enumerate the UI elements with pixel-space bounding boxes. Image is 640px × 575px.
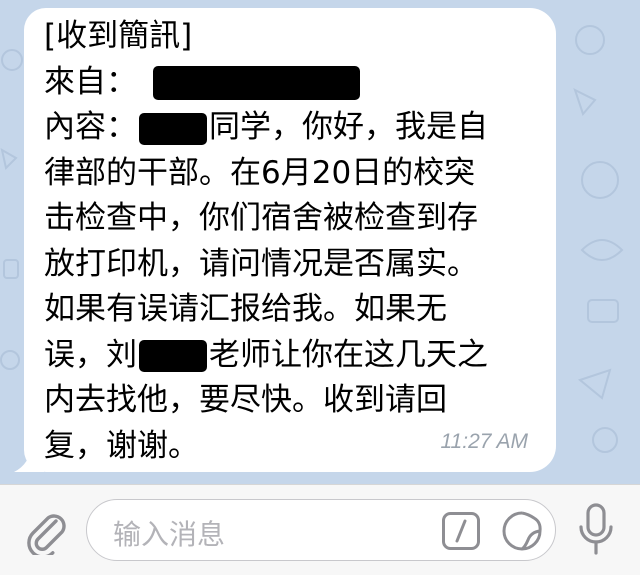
- sms-header: [收到簡訊]: [44, 18, 193, 54]
- message-line-text: 老师让你在这几天之: [209, 336, 488, 373]
- message-line: 内去找他，要尽快。收到请回: [44, 378, 539, 424]
- redacted-name: [139, 112, 207, 145]
- sticker-icon[interactable]: [501, 510, 543, 552]
- input-bar: 输入消息: [0, 484, 640, 575]
- slash-command-icon[interactable]: [441, 511, 481, 551]
- message-timestamp: 11:27 AM: [440, 430, 528, 453]
- content-label: 內容：: [44, 109, 137, 145]
- message-line: 误，刘 老师让你在这几天之: [44, 333, 539, 379]
- message-input[interactable]: 输入消息: [86, 499, 556, 561]
- message-text: [收到簡訊] 來自： 內容： 同学，你好，我是自 律部的干部。在6月20日的校突 …: [44, 14, 539, 469]
- message-line-text: 复，谢谢。: [44, 427, 199, 464]
- sender-label: 來自：: [44, 63, 137, 100]
- microphone-icon[interactable]: [578, 503, 614, 557]
- redacted-sender: [153, 66, 360, 100]
- redacted-teacher-name: [139, 340, 207, 372]
- message-line-content: 內容： 同学，你好，我是自: [44, 105, 539, 151]
- message-line: 律部的干部。在6月20日的校突: [44, 151, 539, 197]
- message-line-text: 击检查中，你们宿舍被检查到存: [44, 200, 478, 236]
- message-line-text: 内去找他，要尽快。收到请回: [44, 382, 447, 418]
- message-line: 如果有误请汇报给我。如果无: [44, 287, 539, 333]
- message-line-text: 放打印机，请问情况是否属实。: [44, 245, 478, 282]
- message-line: 放打印机，请问情况是否属实。: [44, 242, 539, 288]
- message-line-sender: 來自：: [44, 60, 539, 106]
- paperclip-icon[interactable]: [22, 507, 70, 555]
- message-line-text: 律部的干部。在6月20日的校突: [44, 154, 476, 191]
- message-line: [收到簡訊]: [44, 14, 539, 60]
- message-input-placeholder: 输入消息: [113, 518, 226, 551]
- message-line-text: 如果有误请汇报给我。如果无: [44, 291, 447, 327]
- message-line: 击检查中，你们宿舍被检查到存: [44, 196, 539, 242]
- message-line-text: 同学，你好，我是自: [209, 109, 488, 145]
- message-line-text: 误，刘: [44, 336, 137, 373]
